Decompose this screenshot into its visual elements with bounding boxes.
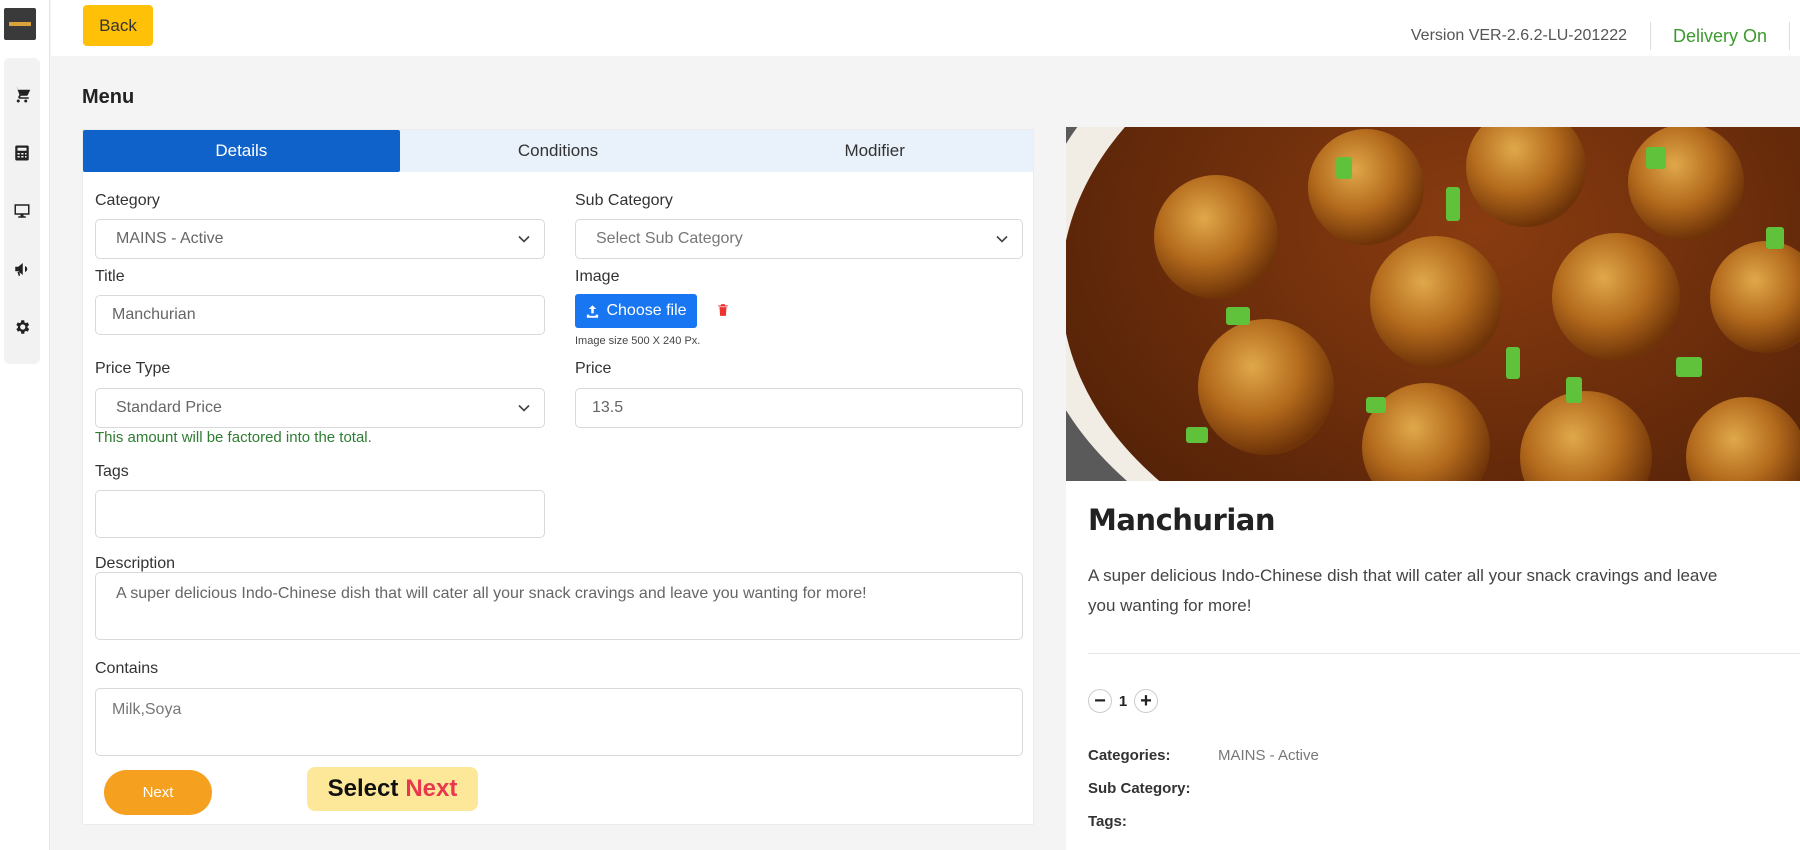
preview-title: Manchurian [1088, 503, 1276, 537]
choose-file-label: Choose file [606, 302, 687, 319]
categories-label: Categories: [1088, 747, 1171, 764]
sub-category-label: Sub Category [575, 192, 673, 209]
price-value: 13.5 [592, 399, 624, 416]
description-label: Description [95, 555, 176, 572]
category-value: MAINS - Active [116, 230, 224, 247]
category-select[interactable]: MAINS - Active [95, 219, 545, 259]
price-type-label: Price Type [95, 360, 171, 377]
form-tabs: Details Conditions Modifier [83, 130, 1033, 172]
sidebar-item-calculator[interactable] [4, 124, 40, 182]
item-preview: Manchurian A super delicious Indo-Chines… [1066, 127, 1800, 850]
app-logo[interactable] [4, 8, 36, 40]
description-value: A super delicious Indo-Chinese dish that… [116, 585, 867, 602]
contains-value: Milk,Soya [112, 701, 182, 718]
trash-icon[interactable] [716, 302, 730, 318]
sidebar-nav [4, 58, 40, 364]
tutorial-hint: Select Next [307, 767, 478, 811]
preview-description: A super delicious Indo-Chinese dish that… [1088, 566, 1718, 615]
sub-category-select[interactable]: Select Sub Category [575, 219, 1023, 259]
sidebar-item-monitor[interactable] [4, 182, 40, 240]
contains-textarea[interactable]: Milk,Soya [95, 688, 1023, 756]
price-input[interactable]: 13.5 [575, 388, 1023, 428]
increment-button[interactable]: + [1134, 689, 1158, 713]
gear-icon [16, 320, 30, 334]
tags-input[interactable] [95, 490, 545, 538]
image-label: Image [575, 268, 620, 285]
hint-accent: Next [405, 775, 458, 802]
tags-preview-label: Tags: [1088, 813, 1127, 830]
monitor-icon [14, 204, 30, 218]
title-value: Manchurian [112, 306, 196, 323]
quantity-stepper: − 1 + [1088, 686, 1158, 716]
quantity-value: 1 [1118, 692, 1128, 710]
version-label: Version VER-2.6.2-LU-201222 [1410, 27, 1627, 44]
chevron-down-icon [518, 235, 530, 243]
price-type-value: Standard Price [116, 399, 222, 416]
food-image [1066, 127, 1800, 481]
upload-icon [587, 304, 599, 318]
cart-icon [14, 87, 31, 103]
title-label: Title [95, 268, 125, 285]
hint-prefix: Select [327, 775, 399, 802]
categories-value: MAINS - Active [1218, 747, 1319, 764]
image-size-hint: Image size 500 X 240 Px. [575, 335, 701, 347]
sidebar [0, 0, 50, 850]
sub-category-placeholder: Select Sub Category [596, 230, 743, 247]
back-button[interactable]: Back [83, 5, 153, 46]
calculator-icon [15, 145, 29, 161]
delivery-status[interactable]: Delivery On [1673, 26, 1767, 47]
category-label: Category [95, 192, 160, 209]
sub-category-preview-label: Sub Category: [1088, 780, 1191, 797]
description-textarea[interactable]: A super delicious Indo-Chinese dish that… [95, 572, 1023, 640]
next-button[interactable]: Next [104, 770, 212, 815]
divider [1650, 22, 1651, 50]
chevron-down-icon [996, 235, 1008, 243]
sidebar-item-cart[interactable] [4, 66, 40, 124]
price-type-note: This amount will be factored into the to… [95, 429, 372, 446]
price-type-select[interactable]: Standard Price [95, 388, 545, 428]
tags-label: Tags [95, 463, 129, 480]
divider [1789, 22, 1790, 50]
choose-file-button[interactable]: Choose file [575, 294, 697, 328]
contains-label: Contains [95, 660, 159, 677]
sidebar-item-marketing[interactable] [4, 240, 40, 298]
tab-modifier[interactable]: Modifier [716, 130, 1033, 172]
decrement-button[interactable]: − [1088, 689, 1112, 713]
chevron-down-icon [518, 404, 530, 412]
title-input[interactable]: Manchurian [95, 295, 545, 335]
sidebar-item-settings[interactable] [4, 298, 40, 356]
page-title: Menu [82, 86, 135, 108]
top-bar: Back Version VER-2.6.2-LU-201222 Deliver… [51, 0, 1800, 56]
price-label: Price [575, 360, 612, 377]
tab-conditions[interactable]: Conditions [400, 130, 717, 172]
tab-details[interactable]: Details [83, 130, 400, 172]
megaphone-icon [15, 263, 28, 276]
divider [1088, 653, 1800, 654]
menu-item-form: Details Conditions Modifier Category MAI… [82, 129, 1034, 825]
